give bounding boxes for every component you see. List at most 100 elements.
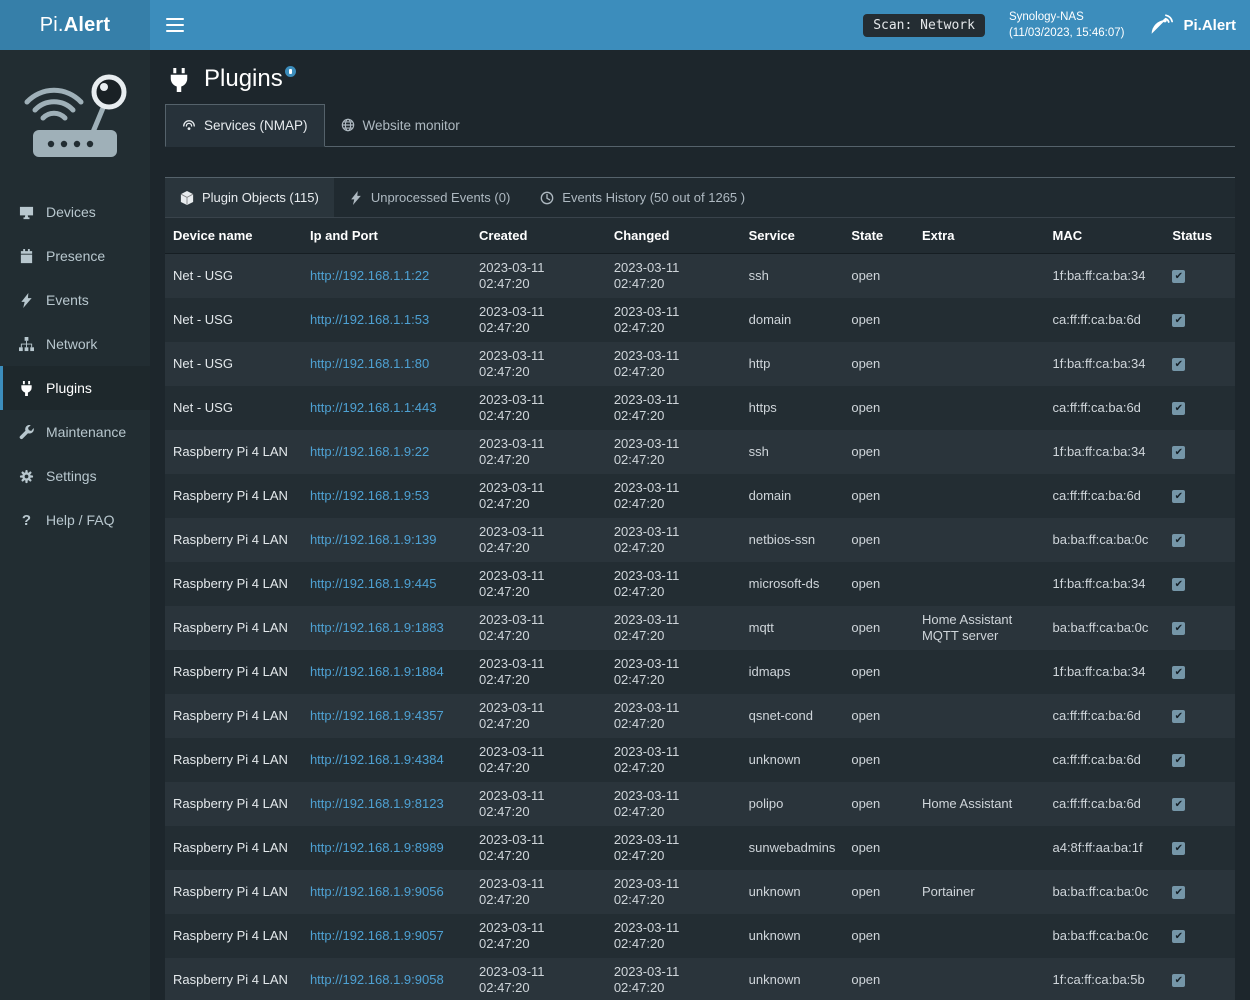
ip-port-link[interactable]: http://192.168.1.9:445 bbox=[310, 576, 437, 591]
status-checkbox[interactable] bbox=[1172, 798, 1185, 811]
status-checkbox[interactable] bbox=[1172, 314, 1185, 327]
status-checkbox[interactable] bbox=[1172, 490, 1185, 503]
cell-changed: 2023-03-11 02:47:20 bbox=[606, 474, 741, 518]
status-checkbox[interactable] bbox=[1172, 886, 1185, 899]
cell-mac: ca:ff:ff:ca:ba:6d bbox=[1044, 298, 1164, 342]
cell-extra: Portainer bbox=[914, 870, 1045, 914]
ip-port-link[interactable]: http://192.168.1.9:1884 bbox=[310, 664, 444, 679]
cell-device-name: Raspberry Pi 4 LAN bbox=[165, 782, 302, 826]
col-changed[interactable]: Changed bbox=[606, 218, 741, 254]
ip-port-link[interactable]: http://192.168.1.9:8123 bbox=[310, 796, 444, 811]
cell-mac: 1f:ba:ff:ca:ba:34 bbox=[1044, 562, 1164, 606]
cell-created: 2023-03-11 02:47:20 bbox=[471, 606, 606, 650]
ip-port-link[interactable]: http://192.168.1.1:80 bbox=[310, 356, 429, 371]
status-checkbox[interactable] bbox=[1172, 534, 1185, 547]
cell-mac: ca:ff:ff:ca:ba:6d bbox=[1044, 694, 1164, 738]
bolt-icon bbox=[349, 191, 363, 205]
status-checkbox[interactable] bbox=[1172, 842, 1185, 855]
col-state[interactable]: State bbox=[843, 218, 914, 254]
ip-port-link[interactable]: http://192.168.1.9:1883 bbox=[310, 620, 444, 635]
status-checkbox[interactable] bbox=[1172, 666, 1185, 679]
cell-extra bbox=[914, 386, 1045, 430]
status-checkbox[interactable] bbox=[1172, 754, 1185, 767]
sidebar-item-plugins[interactable]: Plugins bbox=[0, 366, 150, 410]
status-checkbox[interactable] bbox=[1172, 358, 1185, 371]
cell-ip-port: http://192.168.1.9:445 bbox=[302, 562, 471, 606]
ip-port-link[interactable]: http://192.168.1.9:9056 bbox=[310, 884, 444, 899]
ip-port-link[interactable]: http://192.168.1.1:53 bbox=[310, 312, 429, 327]
cell-created: 2023-03-11 02:47:20 bbox=[471, 562, 606, 606]
brand-link[interactable]: Pi.Alert bbox=[1148, 14, 1236, 36]
sidebar-item-maintenance[interactable]: Maintenance bbox=[0, 410, 150, 454]
status-checkbox[interactable] bbox=[1172, 578, 1185, 591]
cell-mac: ba:ba:ff:ca:ba:0c bbox=[1044, 606, 1164, 650]
col-status[interactable]: Status bbox=[1164, 218, 1235, 254]
cell-created: 2023-03-11 02:47:20 bbox=[471, 386, 606, 430]
status-checkbox[interactable] bbox=[1172, 402, 1185, 415]
col-extra[interactable]: Extra bbox=[914, 218, 1045, 254]
status-checkbox[interactable] bbox=[1172, 270, 1185, 283]
events-icon bbox=[18, 292, 35, 309]
maintenance-icon bbox=[18, 424, 35, 441]
col-device-name[interactable]: Device name bbox=[165, 218, 302, 254]
plugins-info-badge[interactable] bbox=[285, 66, 296, 77]
cell-changed: 2023-03-11 02:47:20 bbox=[606, 650, 741, 694]
tab-website-monitor[interactable]: Website monitor bbox=[325, 104, 476, 146]
ip-port-link[interactable]: http://192.168.1.9:9058 bbox=[310, 972, 444, 987]
ip-port-link[interactable]: http://192.168.1.9:4384 bbox=[310, 752, 444, 767]
col-service[interactable]: Service bbox=[741, 218, 844, 254]
status-checkbox[interactable] bbox=[1172, 710, 1185, 723]
col-ip-and-port[interactable]: Ip and Port bbox=[302, 218, 471, 254]
ip-port-link[interactable]: http://192.168.1.9:53 bbox=[310, 488, 429, 503]
network-icon bbox=[18, 336, 35, 353]
sidebar-item-help[interactable]: ? Help / FAQ bbox=[0, 498, 150, 542]
tab-services-nmap[interactable]: Services (NMAP) bbox=[165, 104, 325, 147]
app-logo[interactable]: Pi.Alert bbox=[0, 0, 150, 50]
cell-created: 2023-03-11 02:47:20 bbox=[471, 694, 606, 738]
ip-port-link[interactable]: http://192.168.1.9:4357 bbox=[310, 708, 444, 723]
subtab-events-history[interactable]: Events History (50 out of 1265 ) bbox=[525, 178, 760, 217]
sidebar-item-settings[interactable]: Settings bbox=[0, 454, 150, 498]
ip-port-link[interactable]: http://192.168.1.9:8989 bbox=[310, 840, 444, 855]
cell-ip-port: http://192.168.1.9:9057 bbox=[302, 914, 471, 958]
cell-service: idmaps bbox=[741, 650, 844, 694]
col-created[interactable]: Created bbox=[471, 218, 606, 254]
cell-ip-port: http://192.168.1.1:53 bbox=[302, 298, 471, 342]
cell-status bbox=[1164, 958, 1235, 1000]
sidebar-item-events[interactable]: Events bbox=[0, 278, 150, 322]
sidebar-menu: Devices Presence Events Network Plugins … bbox=[0, 190, 150, 542]
col-mac[interactable]: MAC bbox=[1044, 218, 1164, 254]
status-checkbox[interactable] bbox=[1172, 930, 1185, 943]
sidebar-item-devices[interactable]: Devices bbox=[0, 190, 150, 234]
cell-state: open bbox=[843, 430, 914, 474]
table-row: Raspberry Pi 4 LAN http://192.168.1.9:18… bbox=[165, 650, 1235, 694]
table-row: Raspberry Pi 4 LAN http://192.168.1.9:89… bbox=[165, 826, 1235, 870]
ip-port-link[interactable]: http://192.168.1.9:22 bbox=[310, 444, 429, 459]
table-row: Raspberry Pi 4 LAN http://192.168.1.9:18… bbox=[165, 606, 1235, 650]
sidebar-item-network[interactable]: Network bbox=[0, 322, 150, 366]
ip-port-link[interactable]: http://192.168.1.9:139 bbox=[310, 532, 437, 547]
ip-port-link[interactable]: http://192.168.1.1:22 bbox=[310, 268, 429, 283]
cell-extra bbox=[914, 738, 1045, 782]
subtab-plugin-objects[interactable]: Plugin Objects (115) bbox=[165, 178, 334, 217]
sidebar-item-presence[interactable]: Presence bbox=[0, 234, 150, 278]
ip-port-link[interactable]: http://192.168.1.9:9057 bbox=[310, 928, 444, 943]
cell-status bbox=[1164, 430, 1235, 474]
sidebar-item-label: Events bbox=[46, 292, 89, 308]
status-checkbox[interactable] bbox=[1172, 974, 1185, 987]
cell-service: https bbox=[741, 386, 844, 430]
globe-icon bbox=[341, 118, 355, 132]
cell-changed: 2023-03-11 02:47:20 bbox=[606, 562, 741, 606]
cell-device-name: Raspberry Pi 4 LAN bbox=[165, 650, 302, 694]
cell-state: open bbox=[843, 826, 914, 870]
status-checkbox[interactable] bbox=[1172, 446, 1185, 459]
cell-ip-port: http://192.168.1.9:139 bbox=[302, 518, 471, 562]
table-row: Raspberry Pi 4 LAN http://192.168.1.9:90… bbox=[165, 914, 1235, 958]
sidebar-toggle-button[interactable] bbox=[150, 0, 200, 50]
ip-port-link[interactable]: http://192.168.1.1:443 bbox=[310, 400, 437, 415]
cell-service: ssh bbox=[741, 254, 844, 299]
status-checkbox[interactable] bbox=[1172, 622, 1185, 635]
subtab-unprocessed-events[interactable]: Unprocessed Events (0) bbox=[334, 178, 525, 217]
sidebar-item-label: Maintenance bbox=[46, 424, 126, 440]
cell-state: open bbox=[843, 562, 914, 606]
